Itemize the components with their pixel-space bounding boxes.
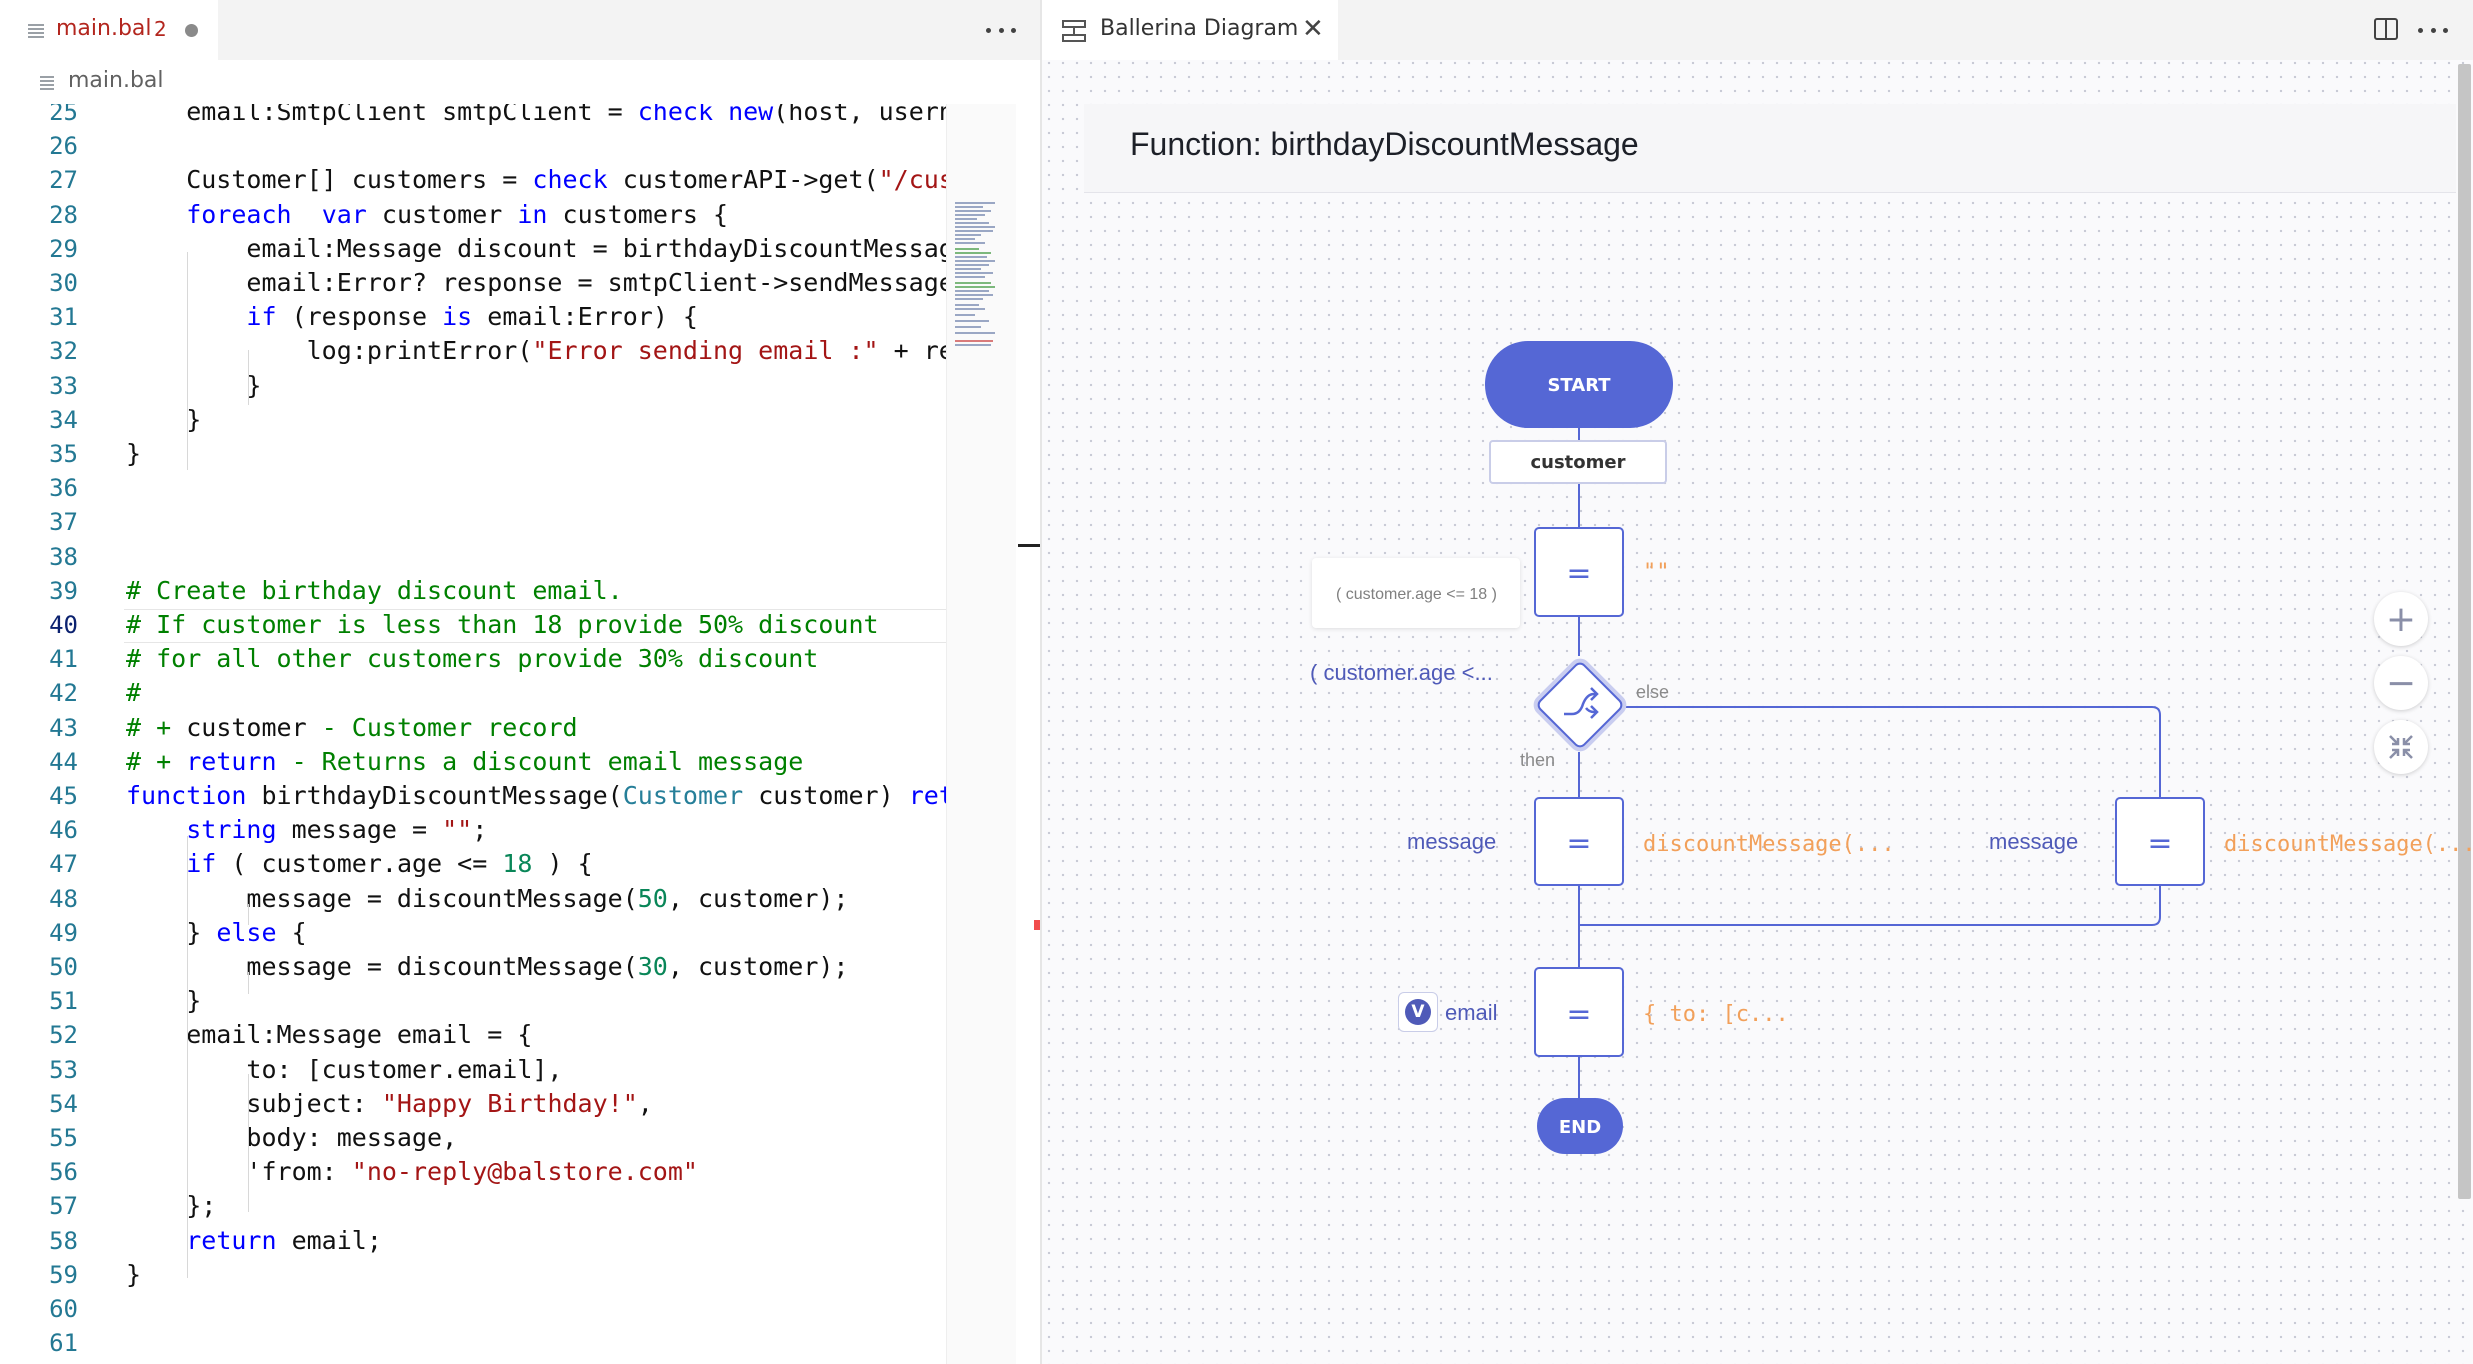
assign-symbol: =: [1566, 556, 1591, 591]
variable-icon: V: [1398, 992, 1438, 1032]
then-label: then: [1520, 750, 1556, 770]
else-label: else: [1636, 682, 1670, 702]
assign-node-else[interactable]: =: [2115, 797, 2205, 886]
assign-symbol: =: [1566, 997, 1591, 1032]
email-variable-label: email: [1445, 1000, 1498, 1025]
end-label: END: [1559, 1117, 1601, 1138]
start-node[interactable]: START: [1485, 341, 1673, 428]
else-value: discountMessage(...: [2224, 832, 2473, 857]
condition-label[interactable]: ( customer.age <...: [1310, 660, 1493, 686]
zoom-in-button[interactable]: +: [2374, 592, 2428, 646]
condition-tooltip-text: ( customer.age <= 18 ): [1336, 586, 1497, 603]
fit-to-screen-button[interactable]: [2374, 720, 2428, 774]
plus-icon: +: [2385, 598, 2417, 640]
if-condition-node[interactable]: [1533, 658, 1627, 752]
collapse-icon: [2389, 735, 2413, 759]
flow-connectors: [1578, 428, 2161, 1098]
assign-symbol: =: [1566, 826, 1591, 861]
flow-diagram: START customer = = = = END: [1485, 341, 2205, 1154]
zoom-out-button[interactable]: −: [2374, 656, 2428, 710]
parameter-label: customer: [1530, 452, 1625, 473]
minus-icon: −: [2385, 662, 2417, 704]
assign-symbol: =: [2147, 826, 2172, 861]
end-node[interactable]: END: [1537, 1098, 1623, 1154]
message-init-value: "": [1643, 560, 1670, 585]
else-variable-label: message: [1989, 829, 2079, 854]
email-value: { to: [c...: [1643, 1002, 1789, 1027]
parameter-node[interactable]: customer: [1489, 440, 1667, 484]
then-variable-label: message: [1407, 829, 1497, 854]
start-label: START: [1547, 375, 1611, 396]
assign-node-message-init[interactable]: =: [1534, 527, 1624, 617]
assign-node-then[interactable]: =: [1534, 797, 1624, 886]
then-value: discountMessage(...: [1643, 832, 1895, 857]
assign-node-email[interactable]: =: [1534, 967, 1624, 1057]
